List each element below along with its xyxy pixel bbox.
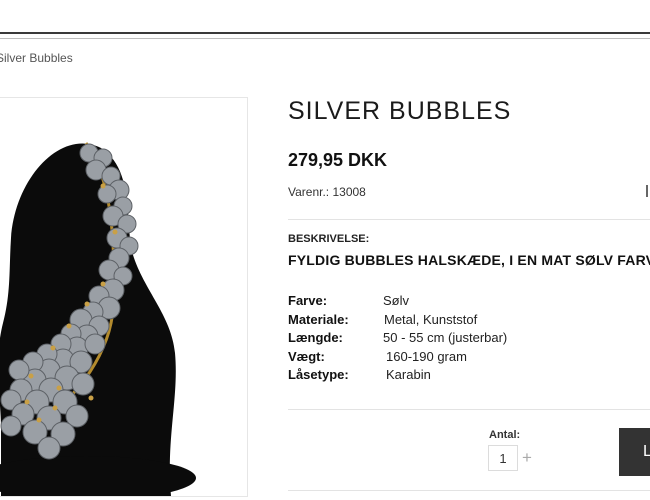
spec-value: 160-190 gram xyxy=(386,348,467,364)
divider xyxy=(288,409,650,410)
divider xyxy=(288,490,650,491)
spec-label: Farve: xyxy=(288,293,328,308)
description-label: BESKRIVELSE: xyxy=(288,233,370,245)
quantity-input[interactable]: 1 xyxy=(488,445,518,471)
divider xyxy=(288,219,650,220)
spec-value: 50 - 55 cm (justerbar) xyxy=(383,330,508,345)
spec-value: Sølv xyxy=(383,293,409,308)
product-image xyxy=(0,142,196,496)
breadcrumb-current: Silver Bubbles xyxy=(0,51,73,65)
spec-value: Metal, Kunststof xyxy=(384,311,478,327)
breadcrumb: Silver Bubbles xyxy=(0,51,73,65)
spec-label: Længde: xyxy=(288,330,343,345)
header-divider xyxy=(0,38,650,39)
stock-indicator xyxy=(646,185,648,197)
spec-label: Låsetype: xyxy=(288,367,349,382)
header-bar xyxy=(0,32,650,34)
spec-value: Karabin xyxy=(386,367,431,382)
product-image-box[interactable] xyxy=(0,97,248,497)
product-sku: Varenr.: 13008 xyxy=(288,185,366,199)
spec-label: Materiale: xyxy=(288,311,349,327)
quantity-label: Antal: xyxy=(489,429,521,441)
quantity-plus-button[interactable]: + xyxy=(522,448,532,468)
description-text: FYLDIG BUBBLES HALSKÆDE, I EN MAT SØLV F… xyxy=(288,252,650,268)
product-price: 279,95 DKK xyxy=(288,150,388,170)
add-to-cart-button[interactable]: L xyxy=(619,428,650,476)
spec-label: Vægt: xyxy=(288,348,325,364)
product-title: SILVER BUBBLES xyxy=(288,97,512,125)
